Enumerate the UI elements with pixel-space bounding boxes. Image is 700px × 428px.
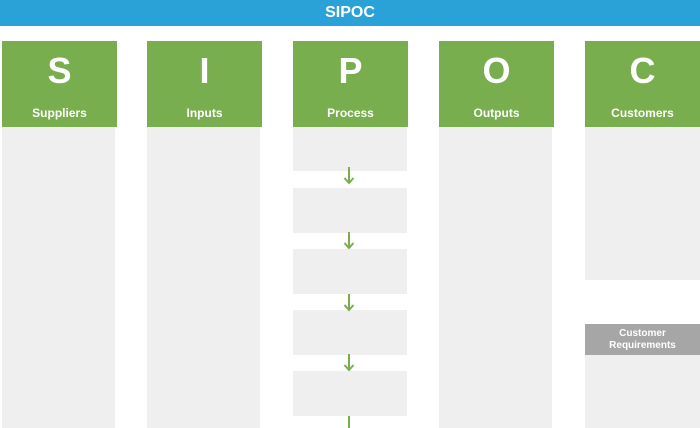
column-letter: S [47, 50, 72, 91]
outputs-body [439, 127, 552, 428]
customers-body [585, 127, 700, 280]
column-letter: P [338, 50, 363, 91]
column-name: Inputs [186, 106, 223, 120]
process-step-box [293, 188, 407, 233]
customer-requirements-body [585, 355, 700, 428]
column-header-inputs: I Inputs [147, 41, 262, 127]
down-arrow-icon [343, 167, 355, 185]
customer-requirements-header: Customer Requirements [585, 324, 700, 355]
column-letter: O [482, 50, 511, 91]
down-arrow-icon [343, 294, 355, 312]
diagram-title: SIPOC [325, 4, 375, 21]
inputs-body [147, 127, 260, 428]
column-name: Process [327, 106, 374, 120]
requirements-label-line1: Customer [619, 327, 666, 339]
process-step-box [293, 127, 407, 171]
down-arrow-icon [348, 416, 350, 428]
column-header-process: P Process [293, 41, 408, 127]
column-header-customers: C Customers [585, 41, 700, 127]
sipoc-title-bar: SIPOC [0, 0, 700, 26]
column-name: Suppliers [32, 106, 87, 120]
column-letter: I [199, 50, 210, 91]
column-name: Customers [611, 106, 674, 120]
process-step-box [293, 249, 407, 294]
column-name: Outputs [473, 106, 520, 120]
requirements-label-line2: Requirements [609, 339, 676, 351]
process-step-box [293, 371, 407, 416]
down-arrow-icon [343, 232, 355, 250]
down-arrow-icon [343, 354, 355, 372]
process-step-box [293, 310, 407, 355]
suppliers-body [2, 127, 115, 428]
column-letter: C [629, 50, 656, 91]
column-header-suppliers: S Suppliers [2, 41, 117, 127]
column-header-outputs: O Outputs [439, 41, 554, 127]
